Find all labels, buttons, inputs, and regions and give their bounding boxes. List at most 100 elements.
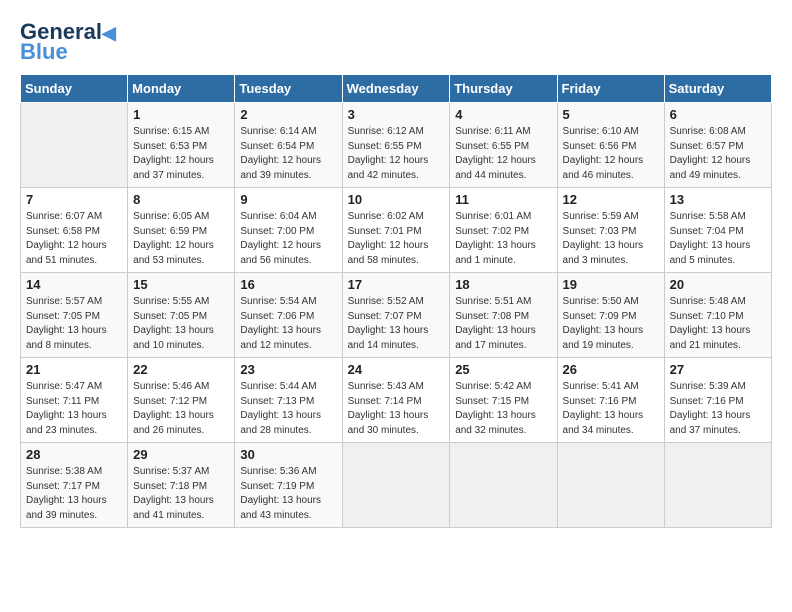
day-info: Sunrise: 5:42 AM Sunset: 7:15 PM Dayligh… bbox=[455, 380, 551, 438]
weekday-header-saturday: Saturday bbox=[664, 75, 771, 103]
day-info: Sunrise: 5:39 AM Sunset: 7:16 PM Dayligh… bbox=[670, 380, 766, 438]
day-number: 9 bbox=[240, 192, 336, 207]
weekday-header-monday: Monday bbox=[128, 75, 235, 103]
day-info: Sunrise: 6:14 AM Sunset: 6:54 PM Dayligh… bbox=[240, 125, 336, 183]
day-cell bbox=[664, 443, 771, 528]
day-cell: 1 Sunrise: 6:15 AM Sunset: 6:53 PM Daylig… bbox=[128, 103, 235, 188]
day-cell: 5 Sunrise: 6:10 AM Sunset: 6:56 PM Daylig… bbox=[557, 103, 664, 188]
day-number: 23 bbox=[240, 362, 336, 377]
day-number: 15 bbox=[133, 277, 229, 292]
day-number: 16 bbox=[240, 277, 336, 292]
day-info: Sunrise: 6:07 AM Sunset: 6:58 PM Dayligh… bbox=[26, 210, 122, 268]
calendar-body: 1 Sunrise: 6:15 AM Sunset: 6:53 PM Daylig… bbox=[21, 103, 772, 528]
day-number: 24 bbox=[348, 362, 445, 377]
day-cell: 4 Sunrise: 6:11 AM Sunset: 6:55 PM Daylig… bbox=[450, 103, 557, 188]
day-info: Sunrise: 6:04 AM Sunset: 7:00 PM Dayligh… bbox=[240, 210, 336, 268]
week-row-2: 7 Sunrise: 6:07 AM Sunset: 6:58 PM Daylig… bbox=[21, 188, 772, 273]
day-info: Sunrise: 5:50 AM Sunset: 7:09 PM Dayligh… bbox=[563, 295, 659, 353]
day-cell: 15 Sunrise: 5:55 AM Sunset: 7:05 PM Dayli… bbox=[128, 273, 235, 358]
day-cell: 18Sunrise: 5:51 AM Sunset: 7:08 PM Dayli… bbox=[450, 273, 557, 358]
day-cell: 21 Sunrise: 5:47 AM Sunset: 7:11 PM Dayli… bbox=[21, 358, 128, 443]
day-info: Sunrise: 5:43 AM Sunset: 7:14 PM Dayligh… bbox=[348, 380, 445, 438]
day-number: 13 bbox=[670, 192, 766, 207]
calendar-table: SundayMondayTuesdayWednesdayThursdayFrid… bbox=[20, 74, 772, 528]
day-number: 4 bbox=[455, 107, 551, 122]
day-cell: 24 Sunrise: 5:43 AM Sunset: 7:14 PM Dayli… bbox=[342, 358, 450, 443]
day-info: Sunrise: 5:58 AM Sunset: 7:04 PM Dayligh… bbox=[670, 210, 766, 268]
day-cell: 6 Sunrise: 6:08 AM Sunset: 6:57 PM Daylig… bbox=[664, 103, 771, 188]
day-cell bbox=[450, 443, 557, 528]
day-number: 22 bbox=[133, 362, 229, 377]
day-number: 5 bbox=[563, 107, 659, 122]
day-number: 27 bbox=[670, 362, 766, 377]
day-info: Sunrise: 5:59 AM Sunset: 7:03 PM Dayligh… bbox=[563, 210, 659, 268]
day-cell: 10Sunrise: 6:02 AM Sunset: 7:01 PM Dayli… bbox=[342, 188, 450, 273]
day-info: Sunrise: 5:41 AM Sunset: 7:16 PM Dayligh… bbox=[563, 380, 659, 438]
day-number: 12 bbox=[563, 192, 659, 207]
day-info: Sunrise: 5:47 AM Sunset: 7:11 PM Dayligh… bbox=[26, 380, 122, 438]
week-row-5: 28 Sunrise: 5:38 AM Sunset: 7:17 PM Dayli… bbox=[21, 443, 772, 528]
day-number: 8 bbox=[133, 192, 229, 207]
day-info: Sunrise: 5:36 AM Sunset: 7:19 PM Dayligh… bbox=[240, 465, 336, 523]
weekday-header-friday: Friday bbox=[557, 75, 664, 103]
day-number: 26 bbox=[563, 362, 659, 377]
day-number: 2 bbox=[240, 107, 336, 122]
day-info: Sunrise: 6:10 AM Sunset: 6:56 PM Dayligh… bbox=[563, 125, 659, 183]
day-number: 6 bbox=[670, 107, 766, 122]
day-info: Sunrise: 6:12 AM Sunset: 6:55 PM Dayligh… bbox=[348, 125, 445, 183]
day-number: 7 bbox=[26, 192, 122, 207]
day-cell: 19Sunrise: 5:50 AM Sunset: 7:09 PM Dayli… bbox=[557, 273, 664, 358]
day-number: 17 bbox=[348, 277, 445, 292]
day-number: 29 bbox=[133, 447, 229, 462]
weekday-header-thursday: Thursday bbox=[450, 75, 557, 103]
day-cell: 8 Sunrise: 6:05 AM Sunset: 6:59 PM Daylig… bbox=[128, 188, 235, 273]
day-number: 28 bbox=[26, 447, 122, 462]
day-cell: 25 Sunrise: 5:42 AM Sunset: 7:15 PM Dayli… bbox=[450, 358, 557, 443]
day-cell: 23 Sunrise: 5:44 AM Sunset: 7:13 PM Dayli… bbox=[235, 358, 342, 443]
day-cell bbox=[21, 103, 128, 188]
day-cell: 16Sunrise: 5:54 AM Sunset: 7:06 PM Dayli… bbox=[235, 273, 342, 358]
weekday-header-row: SundayMondayTuesdayWednesdayThursdayFrid… bbox=[21, 75, 772, 103]
day-info: Sunrise: 5:51 AM Sunset: 7:08 PM Dayligh… bbox=[455, 295, 551, 353]
day-cell: 17 Sunrise: 5:52 AM Sunset: 7:07 PM Dayli… bbox=[342, 273, 450, 358]
day-number: 14 bbox=[26, 277, 122, 292]
logo-blue: Blue bbox=[20, 40, 68, 64]
day-cell: 7 Sunrise: 6:07 AM Sunset: 6:58 PM Daylig… bbox=[21, 188, 128, 273]
day-info: Sunrise: 5:57 AM Sunset: 7:05 PM Dayligh… bbox=[26, 295, 122, 353]
day-cell: 3Sunrise: 6:12 AM Sunset: 6:55 PM Daylig… bbox=[342, 103, 450, 188]
day-cell: 14 Sunrise: 5:57 AM Sunset: 7:05 PM Dayli… bbox=[21, 273, 128, 358]
day-info: Sunrise: 5:44 AM Sunset: 7:13 PM Dayligh… bbox=[240, 380, 336, 438]
day-cell: 13 Sunrise: 5:58 AM Sunset: 7:04 PM Dayli… bbox=[664, 188, 771, 273]
day-info: Sunrise: 6:01 AM Sunset: 7:02 PM Dayligh… bbox=[455, 210, 551, 268]
weekday-header-wednesday: Wednesday bbox=[342, 75, 450, 103]
week-row-3: 14 Sunrise: 5:57 AM Sunset: 7:05 PM Dayli… bbox=[21, 273, 772, 358]
day-cell bbox=[342, 443, 450, 528]
day-info: Sunrise: 5:55 AM Sunset: 7:05 PM Dayligh… bbox=[133, 295, 229, 353]
day-number: 1 bbox=[133, 107, 229, 122]
day-cell: 9 Sunrise: 6:04 AM Sunset: 7:00 PM Daylig… bbox=[235, 188, 342, 273]
day-cell: 11 Sunrise: 6:01 AM Sunset: 7:02 PM Dayli… bbox=[450, 188, 557, 273]
day-cell: 28 Sunrise: 5:38 AM Sunset: 7:17 PM Dayli… bbox=[21, 443, 128, 528]
day-info: Sunrise: 5:38 AM Sunset: 7:17 PM Dayligh… bbox=[26, 465, 122, 523]
day-info: Sunrise: 6:11 AM Sunset: 6:55 PM Dayligh… bbox=[455, 125, 551, 183]
day-cell: 26 Sunrise: 5:41 AM Sunset: 7:16 PM Dayli… bbox=[557, 358, 664, 443]
day-info: Sunrise: 6:15 AM Sunset: 6:53 PM Dayligh… bbox=[133, 125, 229, 183]
day-info: Sunrise: 6:02 AM Sunset: 7:01 PM Dayligh… bbox=[348, 210, 445, 268]
day-number: 25 bbox=[455, 362, 551, 377]
day-info: Sunrise: 5:37 AM Sunset: 7:18 PM Dayligh… bbox=[133, 465, 229, 523]
day-number: 21 bbox=[26, 362, 122, 377]
page-header: General◀ Blue bbox=[20, 20, 772, 64]
day-cell: 27 Sunrise: 5:39 AM Sunset: 7:16 PM Dayli… bbox=[664, 358, 771, 443]
day-number: 20 bbox=[670, 277, 766, 292]
day-info: Sunrise: 6:08 AM Sunset: 6:57 PM Dayligh… bbox=[670, 125, 766, 183]
day-info: Sunrise: 5:48 AM Sunset: 7:10 PM Dayligh… bbox=[670, 295, 766, 353]
day-info: Sunrise: 5:46 AM Sunset: 7:12 PM Dayligh… bbox=[133, 380, 229, 438]
week-row-1: 1 Sunrise: 6:15 AM Sunset: 6:53 PM Daylig… bbox=[21, 103, 772, 188]
day-info: Sunrise: 5:52 AM Sunset: 7:07 PM Dayligh… bbox=[348, 295, 445, 353]
day-info: Sunrise: 6:05 AM Sunset: 6:59 PM Dayligh… bbox=[133, 210, 229, 268]
day-number: 11 bbox=[455, 192, 551, 207]
day-cell: 12 Sunrise: 5:59 AM Sunset: 7:03 PM Dayli… bbox=[557, 188, 664, 273]
weekday-header-sunday: Sunday bbox=[21, 75, 128, 103]
logo: General◀ Blue bbox=[20, 20, 116, 64]
weekday-header-tuesday: Tuesday bbox=[235, 75, 342, 103]
